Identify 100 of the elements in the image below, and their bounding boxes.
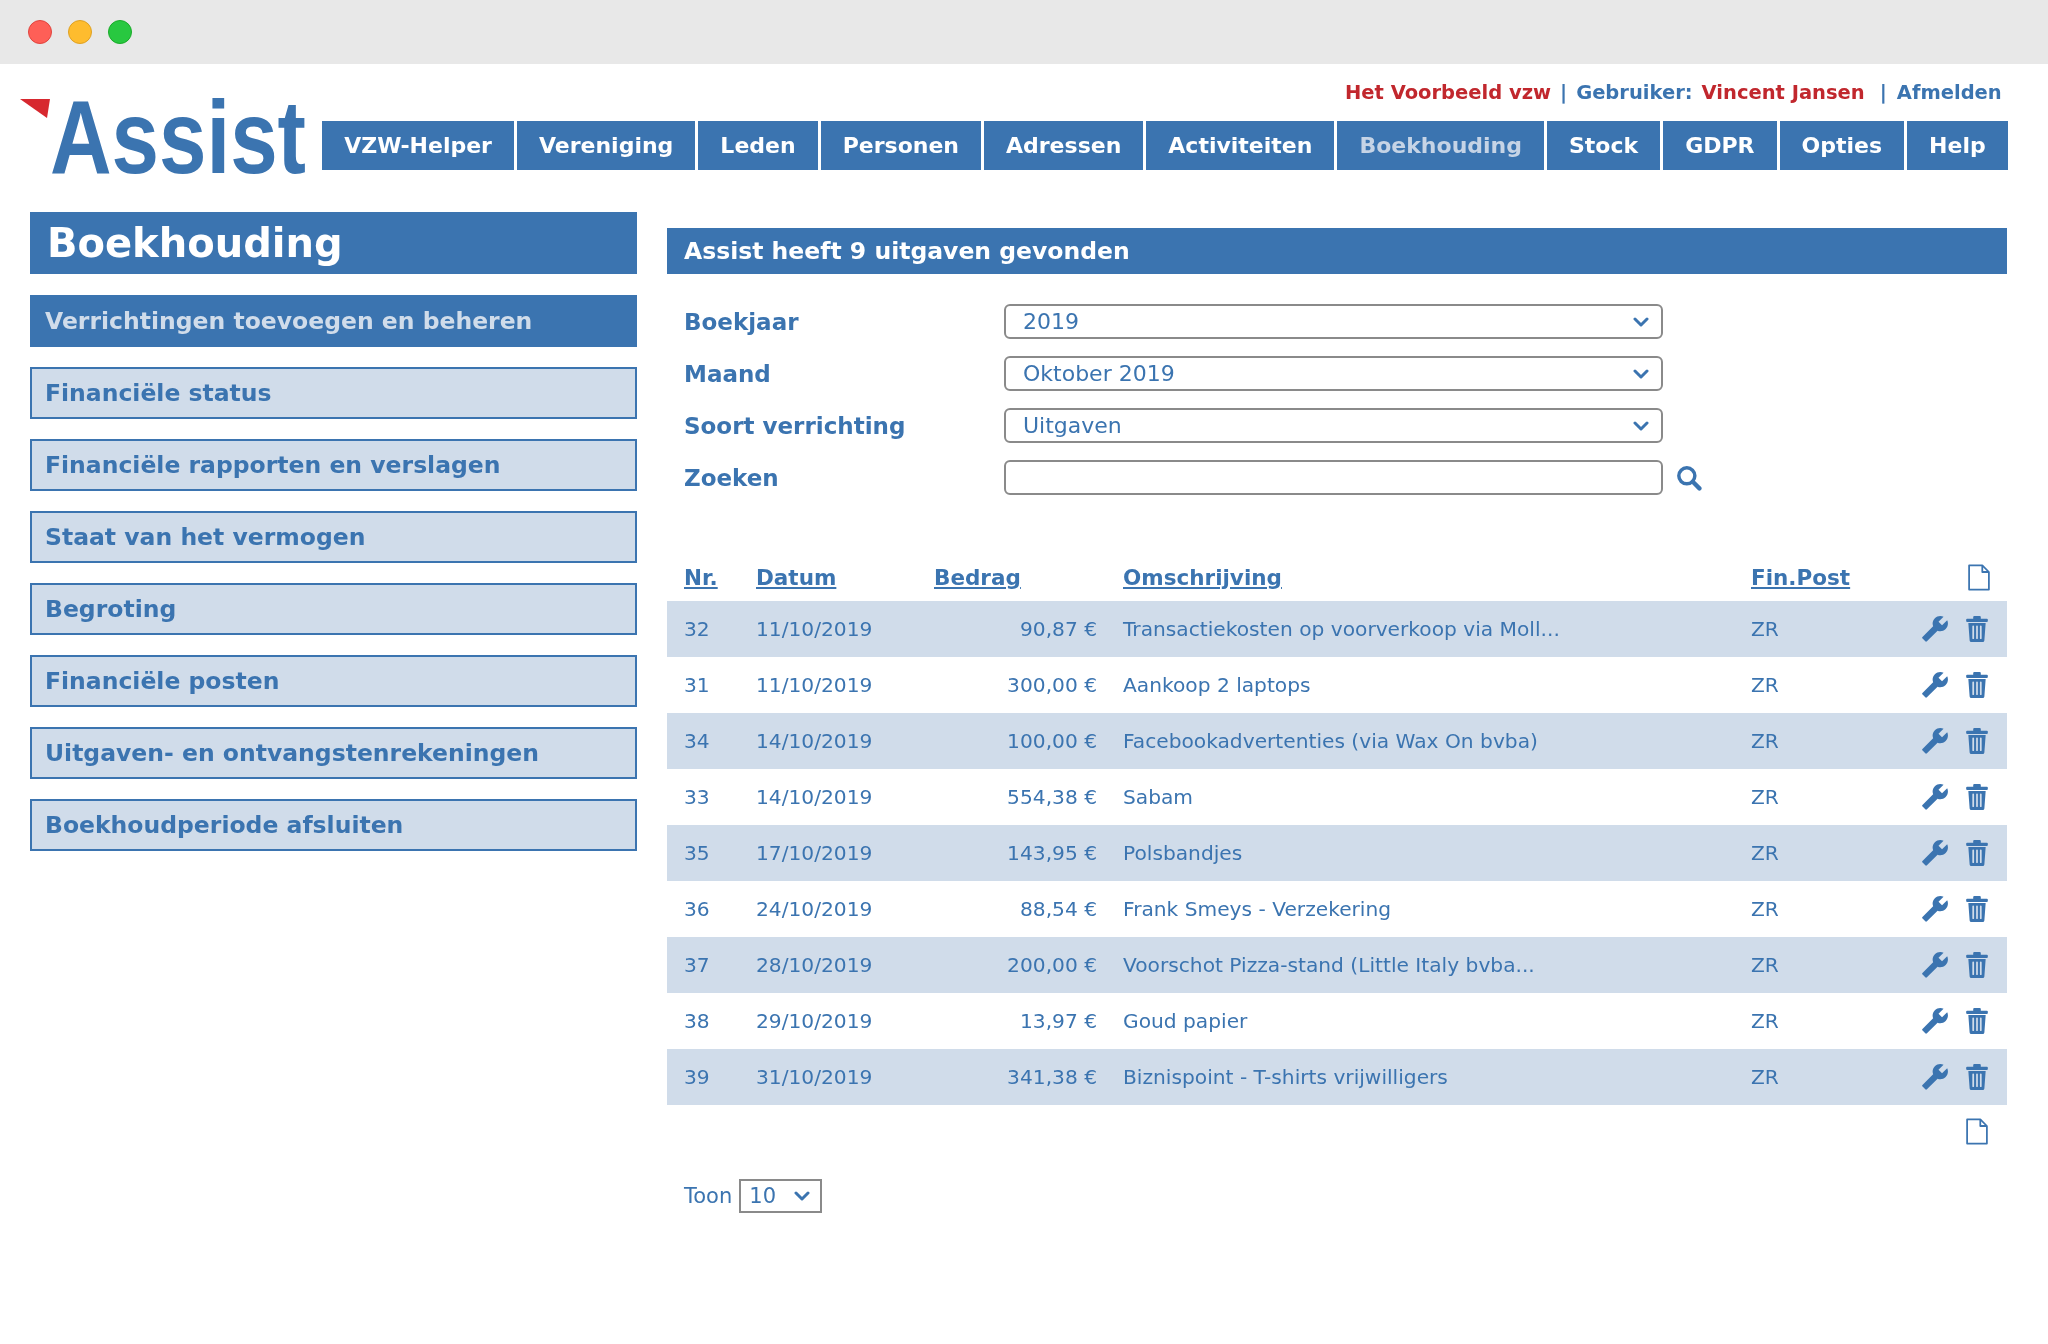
maximize-icon[interactable]	[108, 20, 132, 44]
sidebar-item[interactable]: Begroting	[30, 583, 637, 635]
nav-tab[interactable]: Help	[1907, 121, 2008, 170]
table-cell: Facebookadvertenties (via Wax On bvba)	[1123, 729, 1538, 753]
dropdown[interactable]: Oktober 2019	[1004, 356, 1663, 391]
column-header[interactable]: Fin.Post	[1751, 564, 1851, 590]
column-header[interactable]: Omschrijving	[1123, 564, 1282, 590]
table-cell: ZR	[1751, 897, 1779, 921]
table-cell: 90,87 €	[1019, 617, 1097, 641]
table-cell: 554,38 €	[1007, 785, 1097, 809]
trash-icon[interactable]	[1964, 840, 1990, 866]
dropdown[interactable]: 2019	[1004, 304, 1663, 339]
trash-icon[interactable]	[1964, 616, 1990, 642]
table-cell: 300,00 €	[1007, 673, 1097, 697]
nav-tab[interactable]: Stock	[1547, 121, 1661, 170]
nav-tab[interactable]: Adressen	[984, 121, 1144, 170]
user-name: Vincent Jansen	[1701, 81, 1865, 105]
table-cell: 14/10/2019	[756, 785, 873, 809]
wrench-icon[interactable]	[1922, 840, 1948, 866]
dropdown[interactable]: Uitgaven	[1004, 408, 1663, 443]
table-cell: Voorschot Pizza-stand (Little Italy bvba...	[1123, 953, 1535, 977]
wrench-icon[interactable]	[1922, 1064, 1948, 1090]
table-cell: 11/10/2019	[756, 617, 873, 641]
table-cell: 13,97 €	[1019, 1009, 1097, 1033]
sidebar-item[interactable]: Financiële status	[30, 367, 637, 419]
document-icon[interactable]	[1966, 1117, 1988, 1145]
table-cell: ZR	[1751, 673, 1779, 697]
page-size-dropdown[interactable]: 10	[739, 1179, 823, 1213]
table-cell: 17/10/2019	[756, 841, 873, 865]
results-title: Assist heeft 9 uitgaven gevonden	[667, 228, 2007, 274]
table-cell: 88,54 €	[1019, 897, 1097, 921]
trash-icon[interactable]	[1964, 672, 1990, 698]
wrench-icon[interactable]	[1922, 896, 1948, 922]
nav-tab[interactable]: Personen	[820, 121, 981, 170]
search-field[interactable]	[1004, 460, 1663, 495]
table-cell: ZR	[1751, 841, 1779, 865]
nav-tab[interactable]: Boekhouding	[1337, 121, 1544, 170]
column-header[interactable]: Nr.	[684, 564, 718, 590]
table-cell: 200,00 €	[1007, 953, 1097, 977]
chevron-down-icon	[1633, 316, 1649, 327]
nav-tab[interactable]: Opties	[1779, 121, 1905, 170]
table-cell: 35	[684, 841, 710, 865]
organization-name: Het Voorbeeld vzw	[1345, 81, 1551, 105]
trash-icon[interactable]	[1964, 1008, 1990, 1034]
wrench-icon[interactable]	[1922, 952, 1948, 978]
nav-tab[interactable]: VZW-Helper	[322, 121, 514, 170]
table-cell: ZR	[1751, 953, 1779, 977]
table-cell: Transactiekosten op voorverkoop via Moll...	[1123, 617, 1560, 641]
minimize-icon[interactable]	[68, 20, 92, 44]
chevron-down-icon	[1633, 368, 1649, 379]
sidebar-item[interactable]: Boekhoudperiode afsluiten	[30, 799, 637, 851]
column-header[interactable]: Bedrag	[934, 564, 1021, 590]
nav-tab[interactable]: Leden	[698, 121, 818, 170]
table-cell: 14/10/2019	[756, 729, 873, 753]
logout-link[interactable]: Afmelden	[1896, 81, 2002, 105]
wrench-icon[interactable]	[1922, 728, 1948, 754]
trash-icon[interactable]	[1964, 952, 1990, 978]
form-label: Maand	[684, 360, 771, 387]
table-cell: Frank Smeys - Verzekering	[1123, 897, 1392, 921]
column-header[interactable]: Datum	[756, 564, 837, 590]
nav-tab[interactable]: Vereniging	[516, 121, 696, 170]
sidebar-item[interactable]: Uitgaven- en ontvangstenrekeningen	[30, 727, 637, 779]
table-cell: 11/10/2019	[756, 673, 873, 697]
page-size-label: Toon	[684, 1184, 733, 1208]
table-cell: Aankoop 2 laptops	[1123, 673, 1311, 697]
sidebar-item[interactable]: Verrichtingen toevoegen en beheren	[30, 295, 637, 347]
table-cell: 32	[684, 617, 710, 641]
table-cell: ZR	[1751, 729, 1779, 753]
table-cell: 36	[684, 897, 710, 921]
table-cell: 38	[684, 1009, 710, 1033]
table-cell: Polsbandjes	[1123, 841, 1243, 865]
user-label: Gebruiker:	[1576, 81, 1693, 105]
search-icon[interactable]	[1676, 464, 1702, 491]
nav-tab[interactable]: Activiteiten	[1146, 121, 1335, 170]
wrench-icon[interactable]	[1922, 1008, 1948, 1034]
wrench-icon[interactable]	[1922, 672, 1948, 698]
table-cell: ZR	[1751, 785, 1779, 809]
chevron-down-icon	[794, 1191, 811, 1201]
wrench-icon[interactable]	[1922, 616, 1948, 642]
sidebar-item[interactable]: Financiële rapporten en verslagen	[30, 439, 637, 491]
table-cell: 29/10/2019	[756, 1009, 873, 1033]
nav-tab[interactable]: GDPR	[1663, 121, 1777, 170]
sidebar-item[interactable]: Staat van het vermogen	[30, 511, 637, 563]
table-cell: 37	[684, 953, 710, 977]
table-cell: 28/10/2019	[756, 953, 873, 977]
chevron-down-icon	[1633, 420, 1649, 431]
trash-icon[interactable]	[1964, 896, 1990, 922]
separator-text: |	[1879, 81, 1887, 105]
table-cell: 143,95 €	[1007, 841, 1097, 865]
table-cell: 31	[684, 673, 710, 697]
form-label: Boekjaar	[684, 308, 799, 335]
sidebar-item[interactable]: Financiële posten	[30, 655, 637, 707]
document-icon[interactable]	[1968, 563, 1990, 591]
close-icon[interactable]	[28, 20, 52, 44]
table-cell: 34	[684, 729, 710, 753]
trash-icon[interactable]	[1964, 1064, 1990, 1090]
trash-icon[interactable]	[1964, 728, 1990, 754]
wrench-icon[interactable]	[1922, 784, 1948, 810]
form-label: Soort verrichting	[684, 412, 906, 439]
trash-icon[interactable]	[1964, 784, 1990, 810]
